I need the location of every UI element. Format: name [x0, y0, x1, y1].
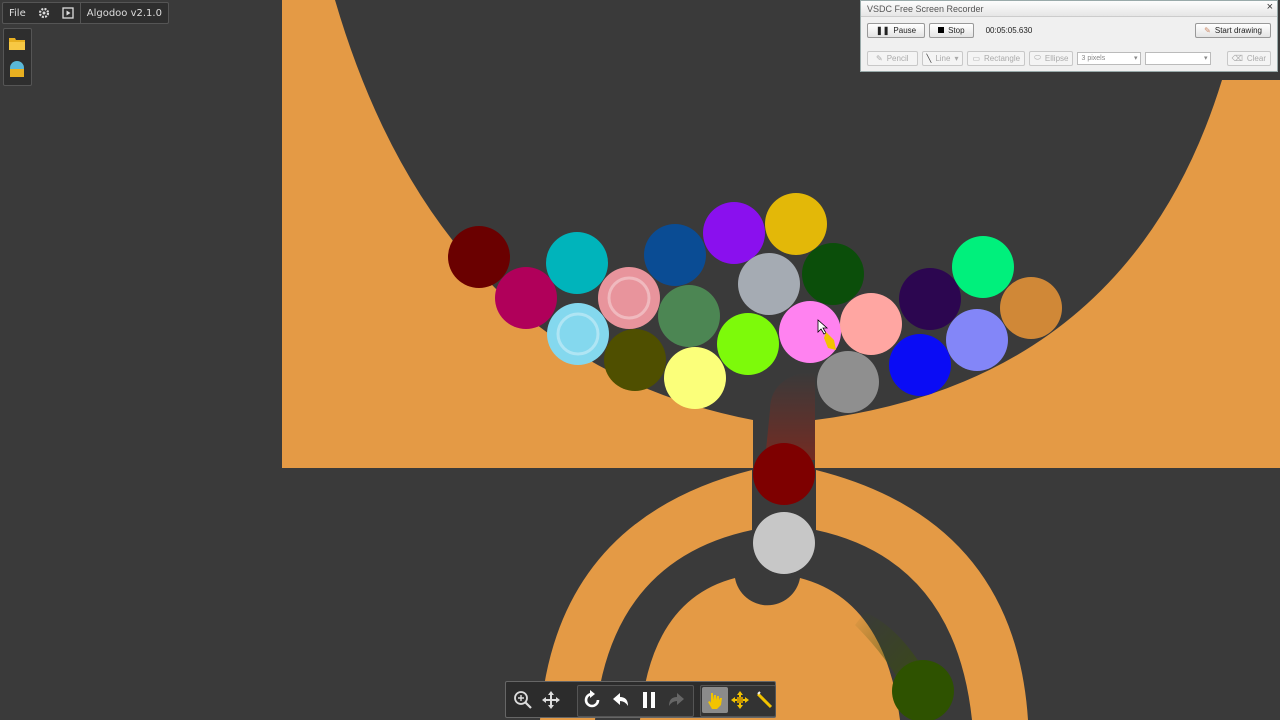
stop-icon	[938, 27, 945, 33]
pause-icon: ❚❚	[876, 25, 890, 35]
ball[interactable]	[889, 334, 951, 396]
move-tool-icon[interactable]	[727, 687, 753, 713]
pause-label: Pause	[893, 25, 917, 35]
line-button[interactable]: ╲ Line ▾	[921, 50, 964, 66]
pan-icon[interactable]	[538, 687, 564, 713]
pencil-icon: ✎	[876, 53, 883, 63]
ball[interactable]	[753, 512, 815, 574]
reset-icon[interactable]	[579, 687, 605, 713]
ellipse-button[interactable]: ⬭ Ellipse	[1029, 50, 1074, 66]
ball[interactable]	[717, 313, 779, 375]
ellipse-icon: ⬭	[1034, 53, 1041, 62]
ball[interactable]	[598, 267, 660, 329]
ball[interactable]	[448, 226, 510, 288]
settings-gear-icon[interactable]	[32, 3, 56, 23]
pause-button[interactable]: ❚❚ Pause	[867, 22, 926, 38]
color-select[interactable]: ▾	[1145, 51, 1212, 65]
ball[interactable]	[765, 193, 827, 255]
pause-icon[interactable]	[636, 687, 662, 713]
ball[interactable]	[946, 309, 1008, 371]
drag-tool-icon[interactable]	[702, 687, 728, 713]
ball[interactable]	[644, 224, 706, 286]
brush-icon: ✎	[1204, 25, 1211, 35]
rectangle-icon: ▭	[972, 53, 981, 63]
recording-timer: 00:05:05.630	[985, 25, 1033, 35]
ball[interactable]	[495, 267, 557, 329]
recorder-title: VSDC Free Screen Recorder	[861, 1, 1277, 17]
redo-icon[interactable]	[663, 687, 689, 713]
clear-label: Clear	[1246, 53, 1266, 63]
ball[interactable]	[546, 232, 608, 294]
rectangle-button[interactable]: ▭ Rectangle	[967, 50, 1026, 66]
rectangle-label: Rectangle	[984, 53, 1021, 63]
ball[interactable]	[817, 351, 879, 413]
folder-icon[interactable]	[8, 35, 26, 53]
algodoo-sidebar	[3, 28, 32, 86]
zoom-icon[interactable]	[510, 687, 536, 713]
ball[interactable]	[779, 301, 841, 363]
ellipse-label: Ellipse	[1044, 53, 1069, 63]
scene-play-icon[interactable]	[56, 3, 80, 23]
scene-icon[interactable]	[8, 60, 26, 78]
ball[interactable]	[952, 236, 1014, 298]
thickness-select[interactable]: 3 pixels ▾	[1077, 51, 1142, 65]
screen-recorder-window: VSDC Free Screen Recorder × ❚❚ Pause Stop…	[860, 0, 1278, 72]
chevron-down-icon: ▾	[954, 53, 959, 63]
chevron-down-icon: ▾	[1203, 55, 1208, 62]
ball[interactable]	[604, 329, 666, 391]
recorder-title-text: VSDC Free Screen Recorder	[867, 3, 984, 14]
start-drawing-label: Start drawing	[1214, 25, 1262, 35]
ball[interactable]	[738, 253, 800, 315]
stop-label: Stop	[948, 25, 965, 35]
ball[interactable]	[658, 285, 720, 347]
ball[interactable]	[664, 347, 726, 409]
algodoo-menubar: File Algodoo v2.1.0	[2, 2, 169, 24]
start-drawing-button[interactable]: ✎ Start drawing	[1195, 22, 1271, 38]
app-title: Algodoo v2.1.0	[86, 7, 162, 19]
simulation-toolbar	[505, 681, 776, 718]
pencil-label: Pencil	[886, 53, 909, 63]
close-icon[interactable]: ×	[1267, 1, 1273, 13]
eraser-icon: ⌫	[1231, 53, 1243, 63]
ball[interactable]	[547, 303, 609, 365]
pencil-button[interactable]: ✎ Pencil	[867, 50, 918, 66]
line-icon: ╲	[926, 53, 932, 63]
ball[interactable]	[802, 243, 864, 305]
ball[interactable]	[840, 293, 902, 355]
ball[interactable]	[892, 660, 954, 720]
sketch-tool-icon[interactable]	[752, 687, 778, 713]
ball[interactable]	[703, 202, 765, 264]
thickness-value: 3 pixels	[1081, 54, 1106, 62]
line-label: Line	[935, 53, 951, 63]
ball[interactable]	[1000, 277, 1062, 339]
ball[interactable]	[753, 443, 815, 505]
funnel-right-wall[interactable]	[815, 80, 1280, 468]
ball[interactable]	[899, 268, 961, 330]
file-menu[interactable]: File	[3, 3, 32, 23]
undo-icon[interactable]	[608, 687, 634, 713]
clear-button[interactable]: ⌫ Clear	[1226, 50, 1271, 66]
stop-button[interactable]: Stop	[929, 22, 974, 38]
algodoo-scene[interactable]	[0, 0, 1280, 720]
chevron-down-icon: ▾	[1133, 55, 1138, 62]
